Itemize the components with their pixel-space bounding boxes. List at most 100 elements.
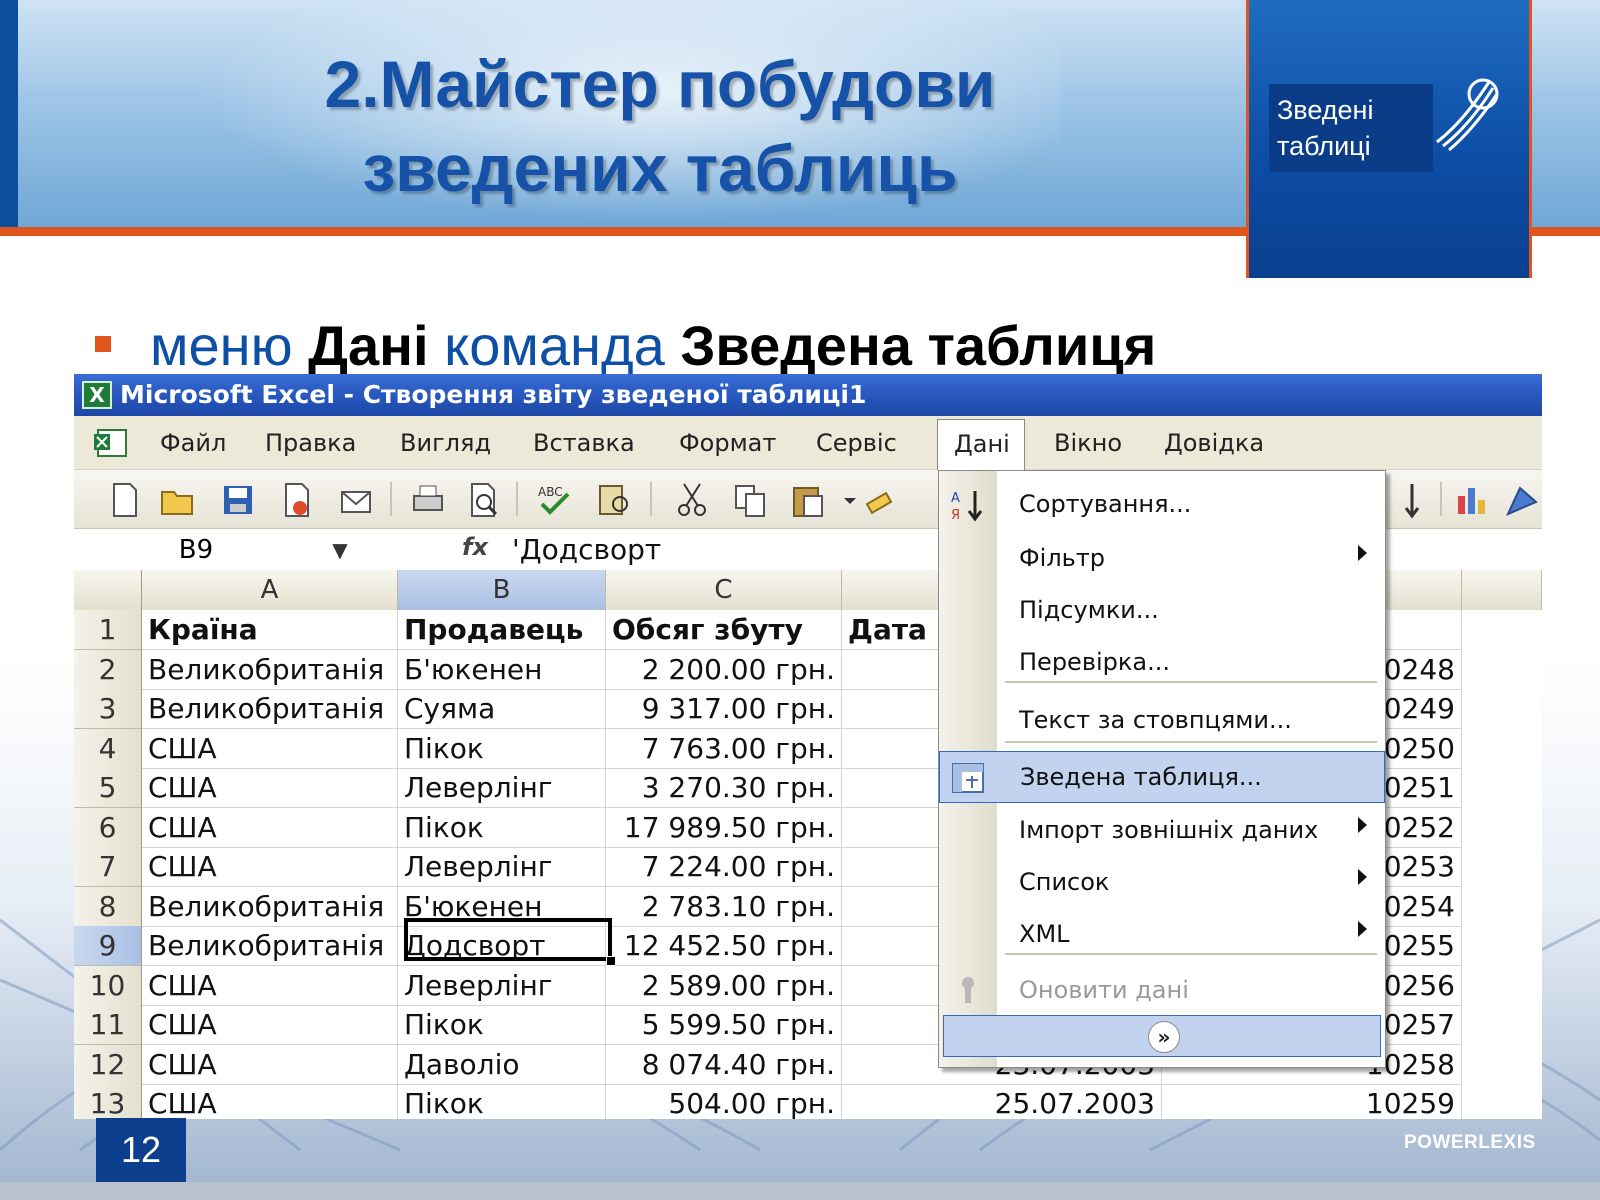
cell-a[interactable]: Великобританія (142, 926, 398, 966)
cell-a[interactable]: Великобританія (142, 886, 398, 927)
data-menu-item[interactable]: Зведена таблиця... (939, 751, 1385, 803)
menu-file[interactable]: Файл (160, 428, 226, 458)
menu-insert[interactable]: Вставка (533, 428, 635, 458)
row-header[interactable]: 13 (74, 1084, 142, 1119)
name-box[interactable]: B9 (78, 531, 314, 569)
cell-b[interactable]: Продавець (398, 610, 606, 650)
data-menu-item[interactable]: Підсумки... (939, 585, 1385, 637)
row-header[interactable]: 9 (74, 926, 142, 966)
data-menu-item[interactable]: Перевірка... (939, 637, 1385, 689)
excel-titlebar[interactable]: X Microsoft Excel - Створення звіту звед… (74, 374, 1542, 416)
save-icon[interactable] (218, 480, 258, 520)
email-icon[interactable] (336, 480, 376, 520)
cell-a[interactable]: США (142, 728, 398, 769)
cell-b[interactable]: Пікок (398, 1005, 606, 1045)
cell-c[interactable]: Обсяг збуту (606, 610, 842, 650)
cell-c[interactable]: 8 074.40 грн. (606, 1044, 842, 1085)
menu-view[interactable]: Вигляд (400, 428, 491, 458)
cell-c[interactable]: 5 599.50 грн. (606, 1005, 842, 1045)
workbook-icon[interactable] (92, 426, 132, 460)
row-header[interactable]: 3 (74, 689, 142, 729)
cell-b[interactable]: Суяма (398, 689, 606, 729)
spelling-icon[interactable]: ABC (534, 480, 574, 520)
cell-a[interactable]: США (142, 1005, 398, 1045)
cell-b[interactable]: Б'юкенен (398, 649, 606, 690)
cell-b[interactable]: Пікок (398, 807, 606, 848)
drawing-icon[interactable] (1502, 480, 1542, 520)
data-menu-item[interactable]: Список (939, 857, 1385, 909)
open-icon[interactable] (158, 480, 198, 520)
cell-a[interactable]: Великобританія (142, 689, 398, 729)
menu-window[interactable]: Вікно (1054, 428, 1122, 458)
row-header[interactable]: 10 (74, 965, 142, 1006)
format-painter-icon[interactable] (864, 480, 904, 520)
data-menu-item[interactable]: Фільтр (939, 533, 1385, 585)
print-icon[interactable] (408, 480, 448, 520)
cell-b[interactable]: Даволіо (398, 1044, 606, 1085)
column-header-g[interactable] (1462, 570, 1542, 610)
row-header[interactable]: 4 (74, 728, 142, 769)
cell-b[interactable]: Пікок (398, 728, 606, 769)
fill-handle[interactable] (606, 956, 616, 966)
cell-a[interactable]: США (142, 768, 398, 808)
select-all-corner[interactable] (74, 570, 142, 610)
cut-icon[interactable] (672, 480, 712, 520)
cell-a[interactable]: Країна (142, 610, 398, 650)
cell-c[interactable]: 7 763.00 грн. (606, 728, 842, 769)
sort-descending-icon[interactable] (1392, 480, 1432, 520)
cell-c[interactable]: 2 200.00 грн. (606, 649, 842, 690)
row-header[interactable]: 2 (74, 649, 142, 690)
row-header[interactable]: 1 (74, 610, 142, 650)
copy-icon[interactable] (730, 480, 770, 520)
name-box-dropdown-icon[interactable]: ▼ (320, 531, 360, 569)
row-header[interactable]: 5 (74, 768, 142, 808)
cell-b[interactable]: Леверлінг (398, 847, 606, 887)
cell-b[interactable]: Леверлінг (398, 768, 606, 808)
column-header-b[interactable]: B (398, 570, 606, 610)
cell-a[interactable]: США (142, 847, 398, 887)
cell-c[interactable]: 2 783.10 грн. (606, 886, 842, 927)
cell-c[interactable]: 12 452.50 грн. (606, 926, 842, 966)
cell-a[interactable]: США (142, 1084, 398, 1119)
row-header[interactable]: 12 (74, 1044, 142, 1085)
data-menu-item[interactable]: Текст за стовпцями... (939, 695, 1385, 747)
cell-a[interactable]: США (142, 807, 398, 848)
menu-data[interactable]: Дані (937, 419, 1025, 471)
menu-expand-bar[interactable]: » (943, 1015, 1381, 1057)
paste-icon[interactable] (788, 480, 828, 520)
cell-c[interactable]: 9 317.00 грн. (606, 689, 842, 729)
row-header[interactable]: 11 (74, 1005, 142, 1045)
data-menu-item[interactable]: XML (939, 909, 1385, 961)
insert-function-icon[interactable]: fx (462, 533, 488, 561)
menu-format[interactable]: Формат (679, 428, 776, 458)
cell-b[interactable]: Пікок (398, 1084, 606, 1119)
formula-input[interactable]: 'Додсворт (512, 531, 661, 569)
chart-wizard-icon[interactable] (1452, 480, 1492, 520)
cell-b[interactable]: Леверлінг (398, 965, 606, 1006)
excel-app-icon[interactable]: X (82, 381, 112, 409)
cell-a[interactable]: Великобританія (142, 649, 398, 690)
row-header[interactable]: 8 (74, 886, 142, 927)
cell-a[interactable]: США (142, 965, 398, 1006)
row-header[interactable]: 6 (74, 807, 142, 848)
cell-c[interactable]: 2 589.00 грн. (606, 965, 842, 1006)
cell-c[interactable]: 504.00 грн. (606, 1084, 842, 1119)
active-cell-b9[interactable] (404, 918, 612, 961)
cell-a[interactable]: США (142, 1044, 398, 1085)
menu-tools[interactable]: Сервіс (816, 428, 897, 458)
cell-c[interactable]: 17 989.50 грн. (606, 807, 842, 848)
new-icon[interactable] (104, 480, 144, 520)
cell-d[interactable]: 25.07.2003 (842, 1084, 1162, 1119)
menu-edit[interactable]: Правка (265, 428, 356, 458)
print-preview-icon[interactable] (464, 480, 504, 520)
menu-help[interactable]: Довідка (1164, 428, 1264, 458)
cell-c[interactable]: 3 270.30 грн. (606, 768, 842, 808)
cell-f[interactable]: 10259 (1162, 1084, 1462, 1119)
row-header[interactable]: 7 (74, 847, 142, 887)
permission-icon[interactable] (276, 480, 316, 520)
data-menu-item[interactable]: Імпорт зовнішніх даних (939, 805, 1385, 857)
double-chevron-down-icon[interactable]: » (1148, 1021, 1180, 1053)
column-header-a[interactable]: A (142, 570, 398, 610)
research-icon[interactable] (594, 480, 634, 520)
cell-c[interactable]: 7 224.00 грн. (606, 847, 842, 887)
